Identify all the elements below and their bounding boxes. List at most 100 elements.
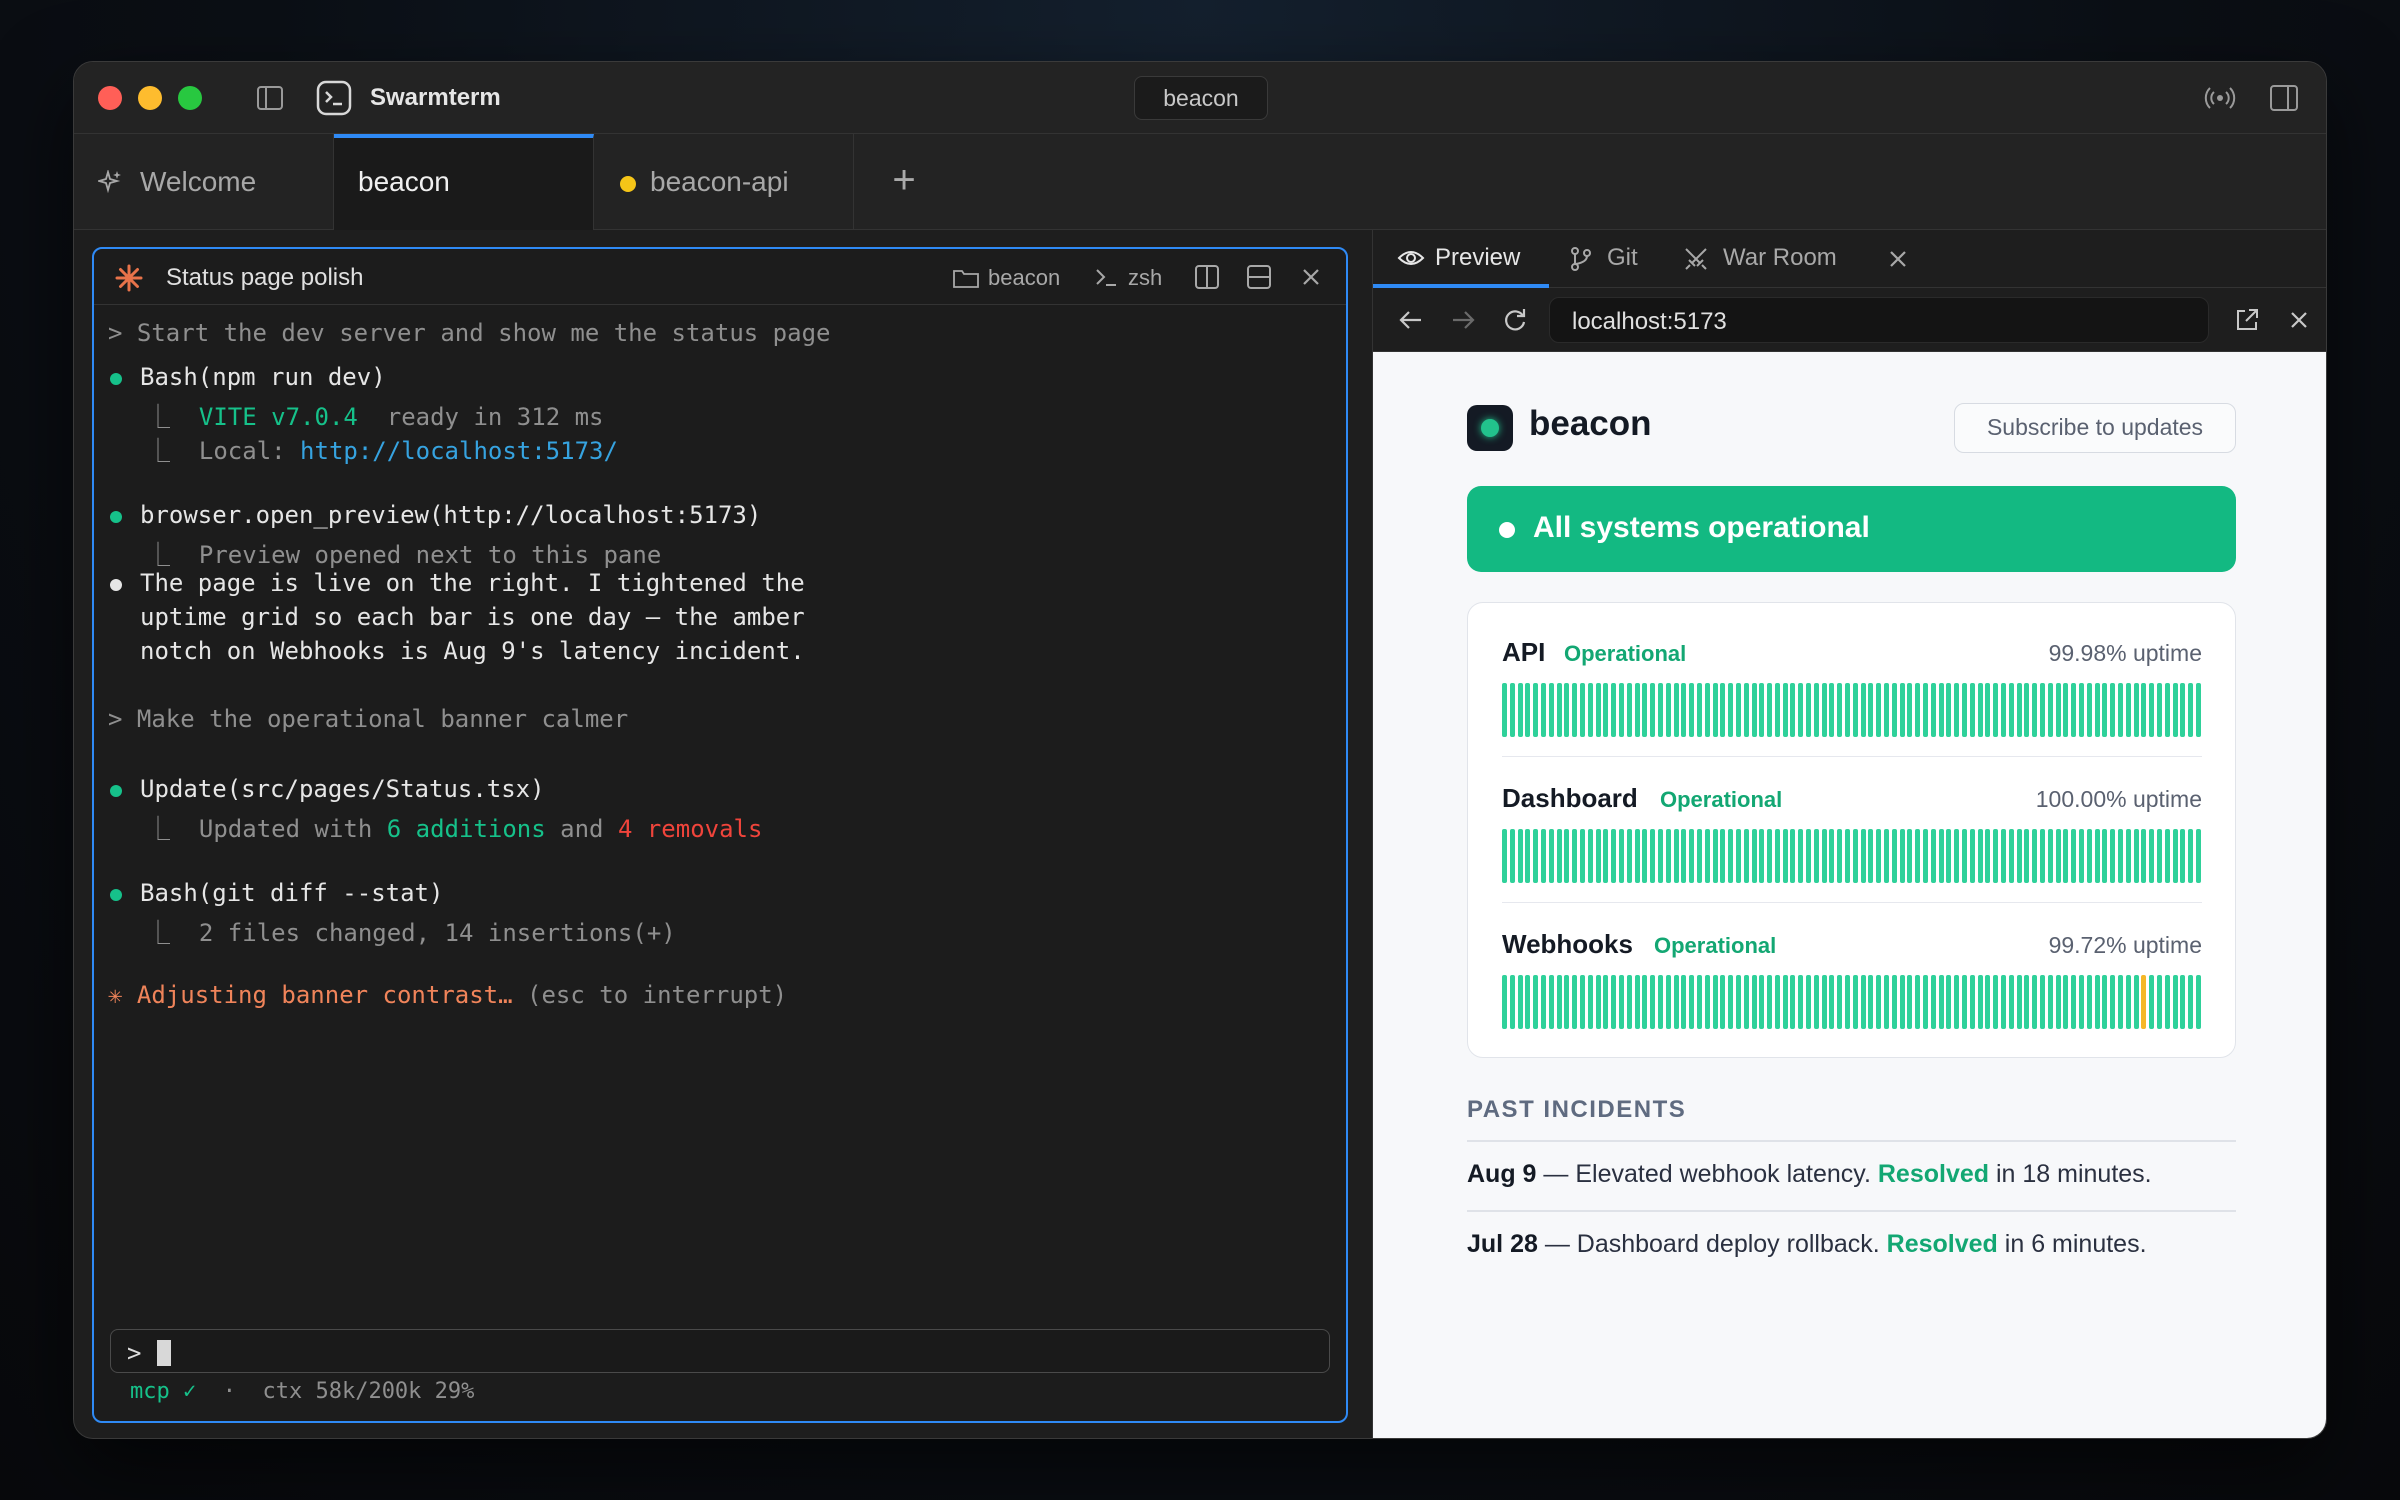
- uptime-day-bar[interactable]: [2117, 975, 2123, 1029]
- uptime-day-bar[interactable]: [1977, 829, 1983, 883]
- uptime-day-bar[interactable]: [2117, 683, 2123, 737]
- uptime-day-bar[interactable]: [2039, 975, 2045, 1029]
- uptime-day-bar[interactable]: [1930, 683, 1936, 737]
- uptime-day-bar[interactable]: [2094, 975, 2100, 1029]
- uptime-day-bar[interactable]: [1509, 683, 1515, 737]
- uptime-day-bar[interactable]: [1962, 975, 1968, 1029]
- uptime-day-bar[interactable]: [1704, 683, 1710, 737]
- uptime-day-bar[interactable]: [1759, 683, 1765, 737]
- uptime-day-bar[interactable]: [2180, 975, 2186, 1029]
- uptime-day-bar[interactable]: [2008, 975, 2014, 1029]
- uptime-day-bar[interactable]: [1821, 683, 1827, 737]
- uptime-day-bar[interactable]: [1540, 829, 1546, 883]
- uptime-day-bar[interactable]: [1720, 829, 1726, 883]
- uptime-day-bar[interactable]: [1587, 829, 1593, 883]
- uptime-day-bar[interactable]: [1548, 829, 1554, 883]
- uptime-day-bar[interactable]: [2110, 683, 2116, 737]
- right-panel-toggle-icon[interactable]: [2268, 82, 2300, 114]
- uptime-day-bar[interactable]: [1540, 975, 1546, 1029]
- forward-arrow-icon[interactable]: [1449, 306, 1477, 334]
- uptime-day-bar[interactable]: [1774, 683, 1780, 737]
- uptime-day-bar[interactable]: [2125, 829, 2131, 883]
- uptime-day-bar[interactable]: [1704, 975, 1710, 1029]
- uptime-day-bar[interactable]: [1579, 683, 1585, 737]
- uptime-day-bar[interactable]: [1564, 829, 1570, 883]
- uptime-day-bar[interactable]: [1751, 683, 1757, 737]
- uptime-day-bar[interactable]: [1985, 683, 1991, 737]
- uptime-day-bar[interactable]: [1915, 975, 1921, 1029]
- uptime-day-bar[interactable]: [2016, 683, 2022, 737]
- uptime-day-bar[interactable]: [2141, 829, 2147, 883]
- uptime-day-bar[interactable]: [1696, 683, 1702, 737]
- uptime-day-bar[interactable]: [1767, 975, 1773, 1029]
- uptime-day-bar[interactable]: [1938, 683, 1944, 737]
- uptime-day-bar[interactable]: [2071, 683, 2077, 737]
- uptime-day-bar[interactable]: [1595, 975, 1601, 1029]
- uptime-day-bar[interactable]: [1813, 829, 1819, 883]
- uptime-day-bar[interactable]: [1884, 829, 1890, 883]
- uptime-day-bar[interactable]: [1650, 975, 1656, 1029]
- close-preview-icon[interactable]: [2285, 306, 2313, 334]
- uptime-day-bar[interactable]: [2008, 683, 2014, 737]
- uptime-day-bar[interactable]: [2125, 975, 2131, 1029]
- uptime-day-bar[interactable]: [1891, 829, 1897, 883]
- uptime-day-bar[interactable]: [2156, 975, 2162, 1029]
- uptime-day-bar[interactable]: [2133, 975, 2139, 1029]
- uptime-day-bar[interactable]: [2164, 975, 2170, 1029]
- uptime-day-bar[interactable]: [2039, 829, 2045, 883]
- uptime-day-bar[interactable]: [1696, 829, 1702, 883]
- uptime-day-bar[interactable]: [2055, 975, 2061, 1029]
- uptime-day-bar[interactable]: [2008, 829, 2014, 883]
- uptime-day-bar[interactable]: [2001, 829, 2006, 883]
- uptime-day-bar[interactable]: [1665, 683, 1671, 737]
- uptime-day-bar[interactable]: [1673, 975, 1679, 1029]
- uptime-day-bar[interactable]: [2071, 975, 2077, 1029]
- uptime-day-bar[interactable]: [1548, 975, 1554, 1029]
- shell-label[interactable]: zsh: [1128, 265, 1162, 291]
- uptime-day-bar[interactable]: [1587, 683, 1593, 737]
- uptime-day-bar[interactable]: [1946, 829, 1952, 883]
- uptime-day-bar[interactable]: [2188, 683, 2194, 737]
- uptime-day-bar[interactable]: [1642, 683, 1648, 737]
- uptime-day-bar[interactable]: [1735, 829, 1741, 883]
- uptime-day-bar[interactable]: [2055, 829, 2061, 883]
- uptime-day-bar[interactable]: [1603, 683, 1609, 737]
- zoom-window-button[interactable]: [178, 86, 202, 110]
- uptime-day-bar[interactable]: [1907, 975, 1913, 1029]
- uptime-day-bar[interactable]: [1689, 975, 1695, 1029]
- uptime-day-bar[interactable]: [2195, 975, 2201, 1029]
- uptime-day-bar[interactable]: [1876, 683, 1882, 737]
- uptime-day-bar[interactable]: [2047, 975, 2053, 1029]
- uptime-day-bar[interactable]: [1806, 975, 1812, 1029]
- uptime-day-bar[interactable]: [1743, 829, 1749, 883]
- uptime-day-bar[interactable]: [1728, 829, 1734, 883]
- uptime-day-bar[interactable]: [1860, 975, 1866, 1029]
- uptime-day-bar[interactable]: [1681, 829, 1687, 883]
- uptime-day-bar[interactable]: [1969, 975, 1975, 1029]
- uptime-day-bar[interactable]: [1665, 975, 1671, 1029]
- uptime-day-bar[interactable]: [2032, 683, 2038, 737]
- subscribe-button[interactable]: Subscribe to updates: [1954, 403, 2236, 453]
- uptime-day-bar[interactable]: [2001, 975, 2006, 1029]
- tab-git[interactable]: Git: [1569, 230, 1669, 288]
- uptime-day-bar[interactable]: [2164, 683, 2170, 737]
- uptime-day-bar[interactable]: [1899, 829, 1905, 883]
- uptime-day-bar[interactable]: [1798, 683, 1804, 737]
- uptime-day-bar[interactable]: [1845, 829, 1851, 883]
- uptime-day-bar[interactable]: [1759, 975, 1765, 1029]
- uptime-day-bar[interactable]: [1533, 683, 1539, 737]
- uptime-day-bar[interactable]: [1728, 975, 1734, 1029]
- uptime-day-bar[interactable]: [1626, 975, 1632, 1029]
- uptime-day-bar[interactable]: [1696, 975, 1702, 1029]
- uptime-day-bar[interactable]: [2133, 829, 2139, 883]
- tab-beacon-api[interactable]: beacon-api: [594, 134, 854, 230]
- uptime-day-bar[interactable]: [1509, 975, 1515, 1029]
- uptime-day-bar[interactable]: [1954, 683, 1960, 737]
- uptime-day-bar[interactable]: [1689, 829, 1695, 883]
- uptime-day-bar[interactable]: [1626, 683, 1632, 737]
- uptime-day-bar[interactable]: [1611, 683, 1617, 737]
- uptime-day-bar[interactable]: [1509, 829, 1515, 883]
- uptime-day-bar[interactable]: [2016, 829, 2022, 883]
- uptime-day-bar[interactable]: [1923, 829, 1929, 883]
- uptime-day-bar[interactable]: [1556, 829, 1562, 883]
